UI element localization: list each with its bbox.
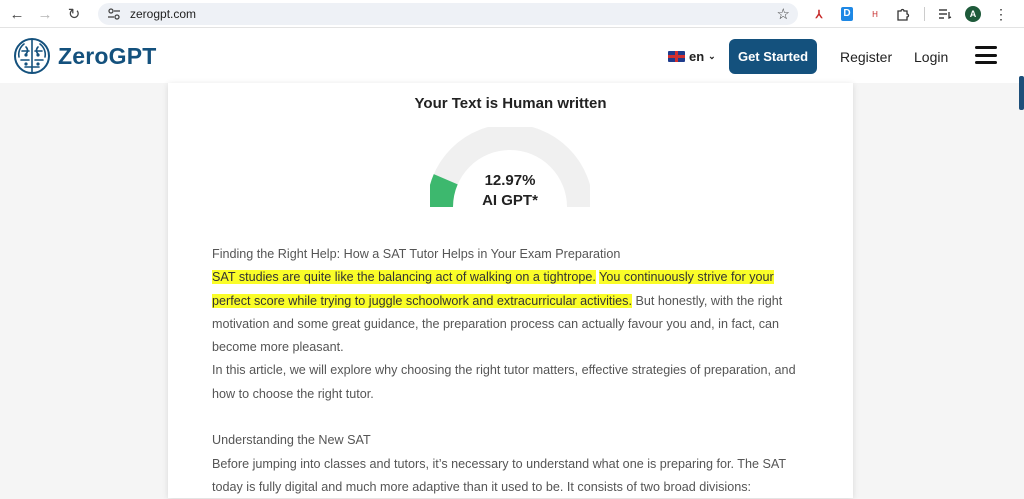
reload-icon[interactable]: ↻ xyxy=(60,0,88,28)
hl-icon[interactable]: H xyxy=(864,3,886,25)
article-paragraph: SAT studies are quite like the balancing… xyxy=(212,266,812,359)
avatar: A xyxy=(965,6,981,22)
adobe-icon[interactable]: ⅄ xyxy=(808,3,830,25)
logo[interactable]: ZeroGPT xyxy=(12,36,157,76)
pdf-icon[interactable]: D xyxy=(836,3,858,25)
bookmark-star-icon[interactable]: ☆ xyxy=(777,5,790,23)
language-label: en xyxy=(689,49,705,64)
article-paragraph: Before jumping into classes and tutors, … xyxy=(212,456,786,494)
article-paragraph: In this article, we will explore why cho… xyxy=(212,363,796,401)
ai-percent: 12.97% xyxy=(484,172,536,189)
ai-label: AI GPT* xyxy=(482,192,538,209)
language-selector[interactable]: en ⌄ xyxy=(668,49,716,64)
register-link[interactable]: Register xyxy=(840,49,892,65)
site-info-icon[interactable] xyxy=(106,6,122,22)
profile-button[interactable]: A xyxy=(962,3,984,25)
hamburger-menu-icon[interactable] xyxy=(975,46,997,64)
highlighted-sentence: SAT studies are quite like the balancing… xyxy=(212,270,596,285)
site-header: ZeroGPT en ⌄ Get Started Register Login xyxy=(0,28,1024,83)
url-text: zerogpt.com xyxy=(130,7,197,21)
chevron-down-icon: ⌄ xyxy=(708,51,716,61)
article-heading: Understanding the New SAT xyxy=(212,433,371,448)
logo-text: ZeroGPT xyxy=(58,42,157,69)
browser-toolbar: ← → ↻ zerogpt.com ☆ ⅄ D H A ⋮ xyxy=(0,0,1024,28)
get-started-button[interactable]: Get Started xyxy=(729,39,817,74)
forward-icon[interactable]: → xyxy=(31,0,59,28)
gauge-readout: 12.97% AI GPT* xyxy=(430,171,590,211)
reading-list-icon[interactable] xyxy=(934,3,956,25)
menu-kebab-icon[interactable]: ⋮ xyxy=(990,3,1012,25)
address-bar[interactable]: zerogpt.com ☆ xyxy=(98,3,798,25)
back-icon[interactable]: ← xyxy=(3,0,31,28)
analyzed-text: Finding the Right Help: How a SAT Tutor … xyxy=(212,243,812,499)
scrollbar-thumb[interactable] xyxy=(1019,76,1024,110)
puzzle-icon[interactable] xyxy=(892,3,914,25)
result-card: Your Text is Human written 12.97% AI GPT… xyxy=(168,83,853,498)
result-title: Your Text is Human written xyxy=(414,95,607,112)
article-title: Finding the Right Help: How a SAT Tutor … xyxy=(212,247,621,261)
uk-flag-icon xyxy=(668,51,685,62)
brain-logo-icon xyxy=(14,38,50,74)
login-link[interactable]: Login xyxy=(914,49,948,65)
toolbar-divider xyxy=(920,3,928,25)
